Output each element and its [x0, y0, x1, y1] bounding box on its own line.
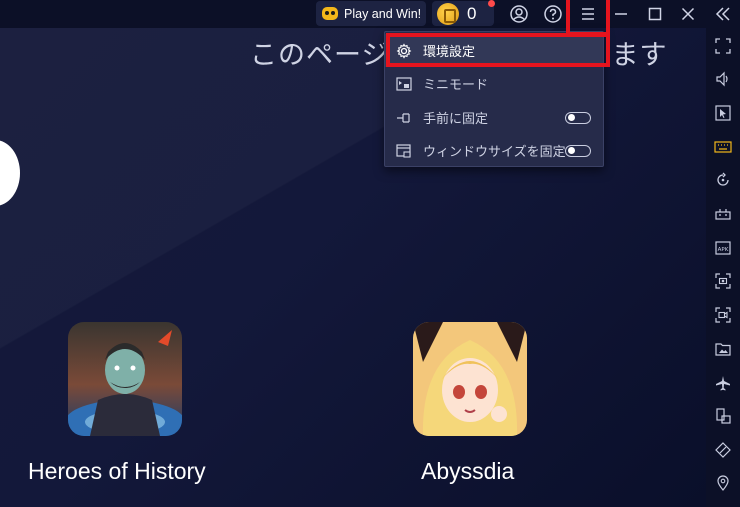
app-icon-abyssdia[interactable]	[413, 322, 527, 436]
notification-dot	[488, 0, 495, 7]
coin-icon	[437, 2, 459, 25]
mini-mode-icon	[395, 76, 413, 92]
cursor-icon[interactable]	[713, 103, 733, 123]
lock-window-size-toggle[interactable]	[565, 144, 591, 157]
highlight-box-settings-item	[386, 33, 610, 67]
play-and-win-label: Play and Win!	[344, 6, 422, 21]
app-icon-heroes-of-history[interactable]	[68, 322, 182, 436]
highlight-box-menu-button	[566, 0, 610, 36]
app-name-heroes-of-history[interactable]: Heroes of History	[28, 458, 206, 485]
volume-icon[interactable]	[713, 69, 733, 89]
help-icon[interactable]	[541, 2, 565, 26]
screenshot-icon[interactable]	[713, 271, 733, 291]
close-icon[interactable]	[676, 2, 700, 26]
coin-count: 0	[467, 3, 477, 23]
account-icon[interactable]	[507, 2, 531, 26]
multi-instance-icon[interactable]	[713, 406, 733, 426]
menu-item-label: ミニモード	[423, 77, 489, 92]
gamepad-icon[interactable]	[713, 204, 733, 224]
menu-item-label: ウィンドウサイズを固定	[423, 144, 566, 159]
play-and-win-button[interactable]: Play and Win!	[316, 1, 426, 26]
right-toolbar: APK	[706, 28, 740, 507]
menu-item-label: 手前に固定	[423, 111, 489, 126]
airplane-mode-icon[interactable]	[713, 373, 733, 393]
collapse-sidebar-icon[interactable]	[711, 2, 735, 26]
rotate-icon[interactable]	[713, 170, 733, 190]
apk-install-icon[interactable]: APK	[713, 237, 733, 257]
robot-icon	[322, 7, 338, 20]
svg-text:APK: APK	[718, 247, 729, 253]
minimize-icon[interactable]	[609, 2, 633, 26]
app-name-abyssdia[interactable]: Abyssdia	[421, 458, 514, 485]
pin-icon	[395, 110, 413, 126]
record-icon[interactable]	[713, 305, 733, 325]
keyboard-icon[interactable]	[713, 136, 733, 156]
fullscreen-icon[interactable]	[713, 36, 733, 56]
media-folder-icon[interactable]	[713, 339, 733, 359]
window-lock-icon	[395, 143, 413, 159]
title-bar: Play and Win! 0	[0, 0, 740, 28]
maximize-icon[interactable]	[643, 2, 667, 26]
coin-balance[interactable]: 0	[432, 1, 494, 26]
menu-item-mini-mode[interactable]: ミニモード	[385, 67, 603, 100]
location-icon[interactable]	[713, 473, 733, 493]
eco-mode-icon[interactable]	[713, 440, 733, 460]
menu-item-lock-window-size[interactable]: ウィンドウサイズを固定	[385, 134, 603, 167]
menu-item-always-on-top[interactable]: 手前に固定	[385, 101, 603, 134]
always-on-top-toggle[interactable]	[565, 111, 591, 124]
